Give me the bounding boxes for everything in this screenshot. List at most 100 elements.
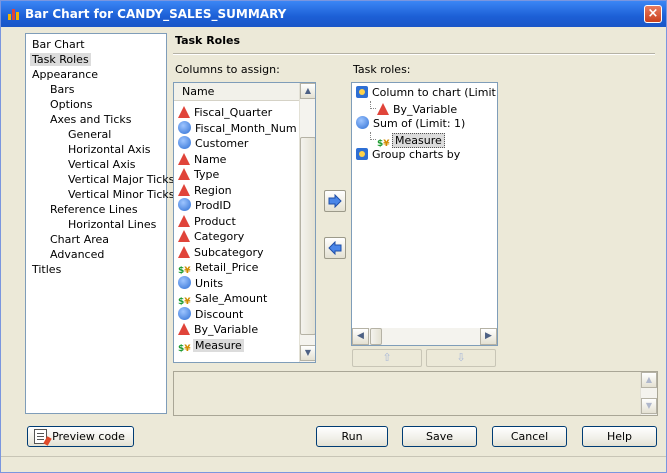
scroll-down-button[interactable]: ▼ (641, 398, 657, 414)
column-name: Units (195, 276, 224, 290)
column-list-item[interactable]: By_Variable (178, 322, 260, 338)
column-list-item[interactable]: Units (178, 275, 225, 292)
down-arrow-icon: ⇩ (456, 351, 466, 364)
scroll-up-button[interactable]: ▲ (641, 372, 657, 388)
nav-item[interactable]: Task Roles (26, 52, 166, 67)
cancel-button[interactable]: Cancel (492, 426, 567, 447)
column-list-item[interactable]: $¥ Measure (178, 338, 244, 354)
add-to-role-button[interactable] (324, 190, 346, 212)
navigation-tree[interactable]: Bar Chart Task Roles Appearance Bars Options… (25, 33, 175, 414)
nav-item[interactable]: Horizontal Axis (26, 142, 166, 157)
character-column-icon (178, 183, 190, 196)
column-list-item[interactable]: Category (178, 229, 246, 245)
column-list-item[interactable]: Region (178, 183, 234, 199)
nav-item-label: Reference Lines (50, 203, 138, 216)
column-name: Sale_Amount (195, 292, 268, 305)
nav-item[interactable]: Bar Chart (26, 37, 166, 52)
column-list-item[interactable]: Fiscal_Quarter (178, 105, 274, 121)
nav-item[interactable]: Axes and Ticks (26, 112, 166, 127)
nav-item[interactable]: Vertical Minor Ticks (26, 187, 175, 202)
assigned-column-node[interactable]: By_Variable (370, 100, 459, 117)
nav-item[interactable]: Vertical Axis (26, 157, 166, 172)
column-name: Measure (193, 338, 244, 352)
task-role-node[interactable]: Group charts by (356, 147, 462, 163)
columns-vertical-scrollbar[interactable]: ▲ ▼ (299, 83, 315, 362)
column-name: Subcategory (194, 245, 264, 259)
nav-item-label: Horizontal Axis (68, 143, 151, 156)
column-list-item[interactable]: Product (178, 214, 238, 230)
task-role-label: Measure (392, 132, 445, 148)
character-column-icon (178, 168, 190, 180)
column-name: Type (194, 168, 220, 181)
save-label: Save (425, 430, 453, 443)
nav-item[interactable]: Options (26, 97, 166, 112)
task-roles-label: Task roles: (353, 63, 411, 76)
column-list-item[interactable]: Subcategory (178, 245, 266, 261)
nav-item-label: Vertical Axis (68, 158, 136, 171)
scroll-down-button[interactable]: ▼ (300, 345, 315, 361)
column-name: By_Variable (194, 323, 259, 336)
column-list-item[interactable]: $¥ Sale_Amount (178, 291, 269, 307)
nav-item[interactable]: General (26, 127, 166, 142)
scroll-left-button[interactable]: ◀ (352, 328, 369, 345)
column-name: Category (194, 230, 245, 243)
help-button[interactable]: Help (582, 426, 657, 447)
scroll-right-button[interactable]: ▶ (480, 328, 497, 345)
column-header-name[interactable]: Name (174, 83, 300, 101)
columns-to-assign-label: Columns to assign: (175, 63, 280, 76)
column-list-item[interactable]: Fiscal_Month_Num (178, 120, 299, 137)
nav-item[interactable]: Bars (26, 82, 166, 97)
column-list-item[interactable]: Customer (178, 136, 250, 152)
run-button[interactable]: Run (316, 426, 388, 447)
computed-currency-column-icon: $¥ (178, 343, 191, 354)
cancel-label: Cancel (510, 430, 549, 443)
character-column-icon (178, 152, 190, 165)
task-role-label: Sum of (Limit: 1) (373, 117, 466, 130)
task-role-icon (356, 86, 368, 98)
save-button[interactable]: Save (402, 426, 477, 447)
remove-from-role-button[interactable] (324, 237, 346, 259)
columns-listbox[interactable]: Name ▲ ▼ Fiscal_Quarter Fiscal_Month_Num C… (173, 82, 316, 363)
preview-code-button[interactable]: Preview code (27, 426, 134, 447)
nav-item[interactable]: Advanced (26, 247, 166, 262)
nav-item[interactable]: Chart Area (26, 232, 166, 247)
nav-item-label: Bars (50, 83, 75, 96)
column-list-item[interactable]: ProdID (178, 198, 233, 214)
character-column-icon (178, 230, 190, 242)
horizontal-scroll-thumb[interactable] (370, 328, 382, 345)
column-name: Discount (195, 307, 244, 321)
nav-item[interactable]: Reference Lines (26, 202, 166, 217)
title-bar[interactable]: Bar Chart for CANDY_SALES_SUMMARY × (1, 1, 666, 27)
left-arrow-icon (328, 241, 342, 255)
task-roles-tree[interactable]: ◀ ▶ Column to chart (Limit: 1) By_Variabl… (351, 82, 498, 346)
column-list-item[interactable]: Type (178, 167, 221, 183)
scroll-thumb[interactable] (300, 137, 315, 335)
numeric-role-icon (356, 116, 369, 129)
move-down-button[interactable]: ⇩ (426, 349, 496, 367)
run-label: Run (341, 430, 363, 443)
column-list-item[interactable]: $¥ Retail_Price (178, 260, 260, 276)
nav-item[interactable]: Horizontal Lines (26, 217, 166, 232)
right-arrow-icon (328, 194, 342, 208)
column-list-item[interactable]: Name (178, 152, 228, 168)
nav-item[interactable]: Titles (26, 262, 166, 277)
task-roles-horizontal-scrollbar[interactable]: ◀ ▶ (352, 328, 497, 345)
column-name: Retail_Price (195, 261, 259, 274)
numeric-column-icon (178, 120, 191, 134)
task-role-node[interactable]: Column to chart (Limit: 1) (356, 85, 498, 101)
description-scrollbar[interactable]: ▲ ▼ (640, 372, 657, 415)
column-name: Fiscal_Quarter (194, 106, 273, 119)
column-name: Customer (195, 137, 249, 150)
task-role-label: Column to chart (Limit: 1) (372, 86, 498, 99)
scroll-up-button[interactable]: ▲ (300, 83, 315, 99)
close-button[interactable]: × (644, 5, 662, 23)
task-role-node[interactable]: Sum of (Limit: 1) (356, 116, 467, 132)
character-column-icon (178, 106, 190, 118)
nav-item[interactable]: Vertical Major Ticks (26, 172, 174, 187)
nav-item-label: Vertical Major Ticks (68, 173, 175, 186)
column-list-item[interactable]: Discount (178, 306, 245, 323)
assigned-column-node[interactable]: $¥ Measure (370, 131, 445, 149)
move-up-button[interactable]: ⇧ (352, 349, 422, 367)
tree-connector (370, 100, 376, 109)
nav-item[interactable]: Appearance (26, 67, 166, 82)
